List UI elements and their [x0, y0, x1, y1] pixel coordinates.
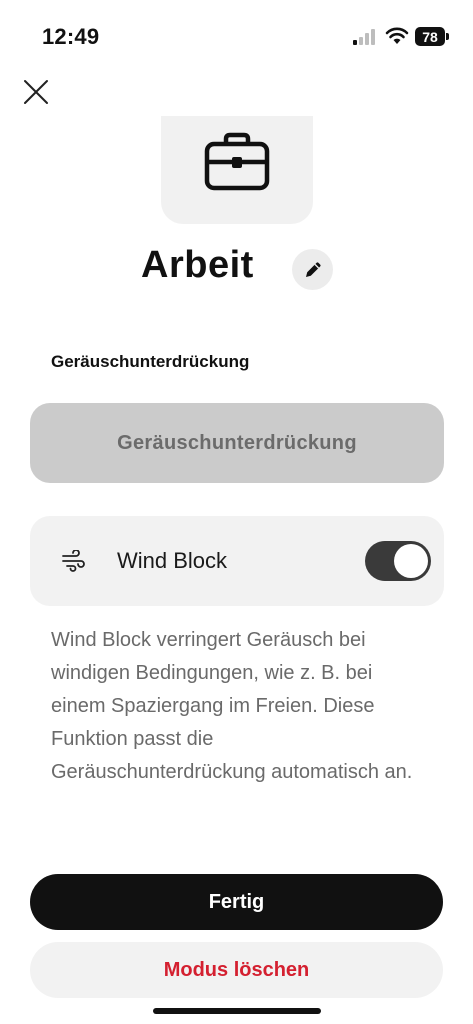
edit-name-button[interactable] [292, 249, 333, 290]
noise-cancellation-section-label: Geräuschunterdrückung [51, 352, 250, 371]
battery-level: 78 [415, 27, 445, 46]
wind-block-description: Wind Block verringert Geräusch bei windi… [51, 629, 413, 783]
delete-mode-button[interactable]: Modus löschen [30, 942, 443, 998]
wind-icon [62, 550, 85, 572]
mode-title: Arbeit [141, 244, 254, 286]
cellular-signal-icon [353, 29, 375, 45]
mode-title-row: Arbeit [0, 244, 473, 296]
noise-cancellation-button[interactable]: Geräuschunterdrückung [30, 403, 444, 483]
toggle-knob [394, 544, 428, 578]
status-time: 12:49 [42, 24, 100, 49]
wind-block-label: Wind Block [117, 548, 228, 573]
close-icon[interactable] [22, 78, 50, 106]
wind-block-toggle[interactable] [365, 541, 431, 581]
mode-icon-card [161, 116, 313, 224]
wifi-icon [385, 27, 409, 44]
wind-block-row: Wind Block [30, 516, 444, 606]
home-indicator [153, 1008, 321, 1014]
battery-indicator: 78 [415, 27, 449, 46]
done-button[interactable]: Fertig [30, 874, 443, 930]
pencil-icon [305, 261, 321, 277]
battery-cap [446, 33, 449, 40]
briefcase-icon [204, 132, 270, 191]
